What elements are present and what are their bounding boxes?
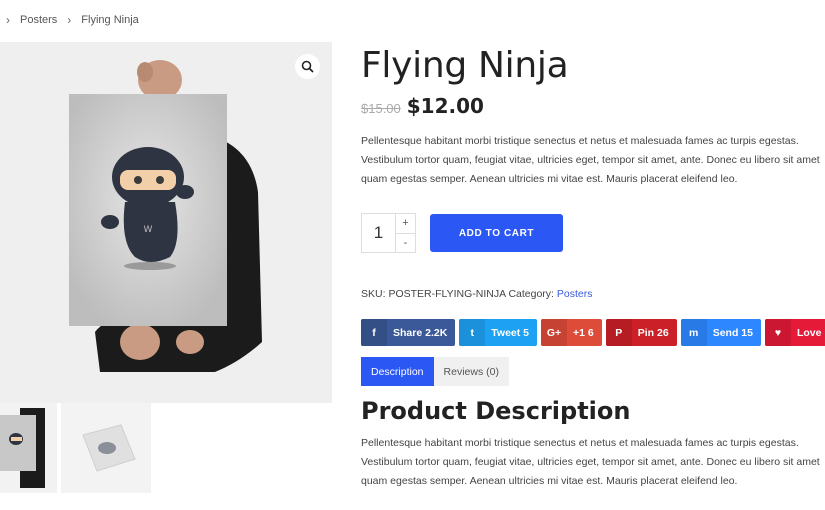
twitter-icon: t [459, 319, 486, 346]
product-summary: Flying Ninja $15.00 $12.00 Pellentesque … [361, 42, 825, 487]
sale-price: $12.00 [406, 94, 484, 118]
share-button-messenger[interactable]: m Send 15 [680, 319, 761, 346]
product-title: Flying Ninja [361, 45, 569, 86]
quantity-input[interactable]: 1 [362, 214, 395, 252]
pinterest-icon: P [605, 319, 632, 346]
share-button-pinterest[interactable]: P Pin 26 [605, 319, 677, 346]
quantity-decrease-button[interactable]: - [396, 232, 415, 253]
sku-value: POSTER-FLYING-NINJA [388, 288, 506, 300]
chevron-right-icon: › [67, 13, 72, 27]
share-label: Love [796, 326, 822, 339]
search-icon [301, 60, 314, 73]
share-label: Send 15 [712, 326, 753, 339]
chevron-right-icon: › [6, 13, 10, 27]
product-tabs: Description Reviews (0) [361, 357, 509, 386]
social-share-bar: f Share 2.2K t Tweet 5 G+ +1 6 P Pin 26 m Send 15… [361, 319, 825, 346]
ninja-poster-image: W [0, 42, 332, 403]
share-label: +1 6 [573, 326, 594, 339]
add-to-cart-button[interactable]: ADD TO CART [430, 214, 563, 252]
quantity-stepper: 1 + - [361, 213, 416, 253]
heart-icon: ♥ [764, 319, 791, 346]
tab-description[interactable]: Description [361, 357, 434, 386]
old-price: $15.00 [361, 101, 401, 116]
share-label: Pin 26 [637, 326, 669, 339]
quantity-increase-button[interactable]: + [396, 214, 415, 233]
sku-label: SKU: [361, 288, 386, 300]
zoom-button[interactable] [295, 54, 320, 79]
share-button-facebook[interactable]: f Share 2.2K [361, 319, 456, 346]
facebook-icon: f [361, 319, 387, 346]
share-label: Tweet 5 [491, 326, 530, 339]
description-heading: Product Description [361, 397, 631, 425]
short-description: Pellentesque habitant morbi tristique se… [361, 135, 820, 185]
breadcrumb-current: Flying Ninja [81, 14, 139, 26]
product-price: $15.00 $12.00 [361, 94, 825, 118]
category-label: Category: [508, 288, 554, 300]
breadcrumb: › Posters › Flying Ninja [6, 13, 139, 27]
breadcrumb-link-posters[interactable]: Posters [20, 14, 57, 26]
gallery-thumbnails [0, 403, 151, 493]
share-button-google-plus[interactable]: G+ +1 6 [541, 319, 602, 346]
category-link[interactable]: Posters [557, 288, 593, 300]
share-button-heart[interactable]: ♥ Love [764, 319, 825, 346]
add-to-cart-form: 1 + - ADD TO CART [361, 213, 563, 253]
product-meta: SKU: POSTER-FLYING-NINJA Category: Poste… [361, 288, 593, 300]
messenger-icon: m [680, 319, 707, 346]
description-text: Pellentesque habitant morbi tristique se… [361, 437, 820, 487]
google-plus-icon: G+ [541, 319, 568, 346]
thumbnail-1[interactable] [0, 403, 57, 493]
share-button-twitter[interactable]: t Tweet 5 [459, 319, 538, 346]
thumbnail-2[interactable] [61, 403, 151, 493]
tab-reviews[interactable]: Reviews (0) [433, 357, 509, 386]
svg-text:W: W [144, 225, 153, 235]
product-main-image[interactable]: W [0, 42, 332, 403]
share-label: Share 2.2K [393, 326, 448, 339]
